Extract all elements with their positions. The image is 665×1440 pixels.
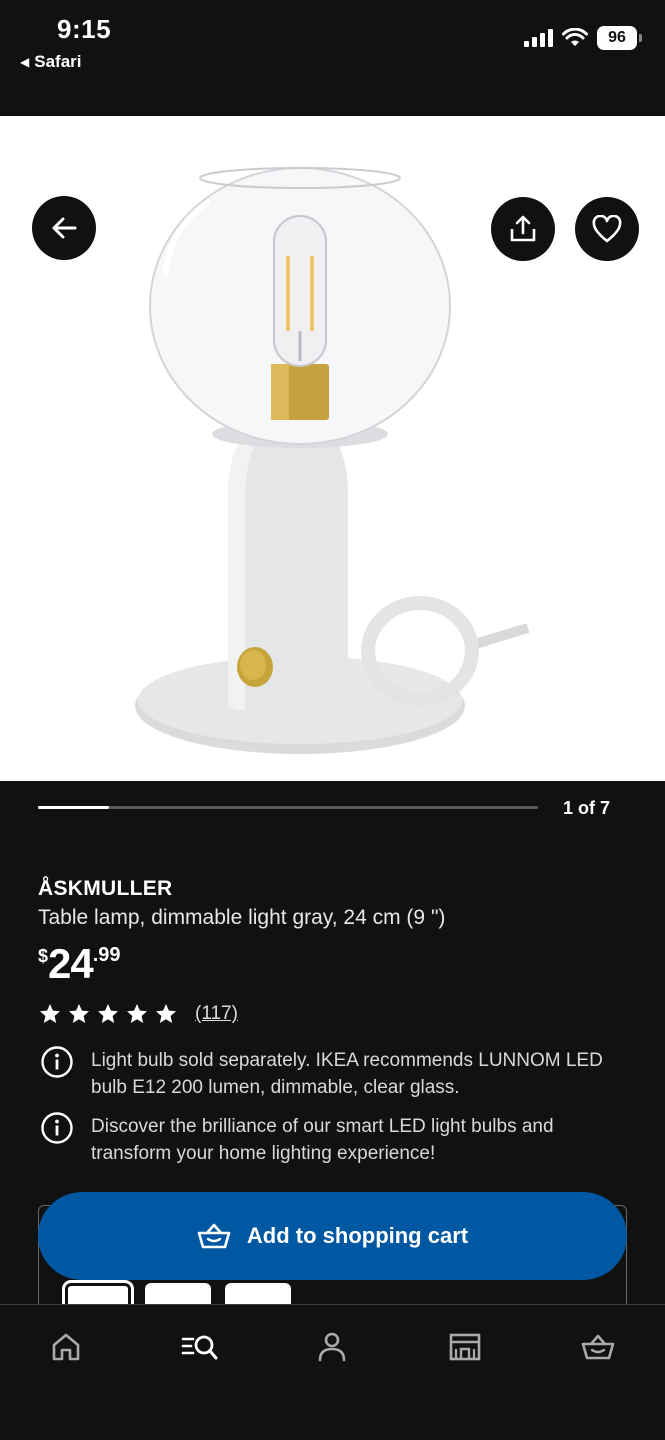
back-button[interactable] (32, 196, 96, 260)
product-rating[interactable]: (117) (38, 1002, 238, 1026)
share-icon (510, 215, 536, 242)
add-to-cart-button[interactable]: Add to shopping cart (38, 1192, 627, 1280)
signal-icon (524, 29, 553, 47)
nav-profile[interactable] (312, 1327, 352, 1367)
star-icon (156, 1004, 176, 1023)
carousel-progress (38, 806, 110, 809)
star-icon (98, 1004, 118, 1023)
price-decimal: .99 (92, 944, 121, 966)
shopping-basket-icon (581, 1334, 615, 1360)
lamp-image (135, 167, 530, 754)
product-image[interactable] (0, 116, 665, 781)
smart-bulb-notice-text: Discover the brilliance of our smart LED… (91, 1116, 554, 1164)
status-bar: 9:15 ◀ Safari 96 (0, 0, 665, 116)
carousel-track[interactable] (38, 806, 538, 809)
status-time: 9:15 (57, 14, 112, 44)
price-integer: 24 (48, 940, 94, 987)
back-triangle-icon: ◀ (20, 55, 30, 69)
info-icon (41, 1046, 73, 1078)
bulb-notice: Light bulb sold separately. IKEA recomme… (40, 1045, 620, 1101)
carousel-counter: 1 of 7 (563, 798, 611, 818)
back-to-safari[interactable]: ◀ Safari (20, 52, 81, 72)
star-icon (40, 1004, 60, 1023)
arrow-left-icon (52, 217, 77, 239)
info-icon (41, 1112, 73, 1144)
nav-home[interactable] (46, 1327, 86, 1367)
shopping-basket-icon (197, 1223, 231, 1249)
product-description: Table lamp, dimmable light gray, 24 cm (… (38, 906, 446, 929)
person-icon (318, 1332, 346, 1362)
product-price: $ 24 .99 (38, 940, 121, 988)
store-icon (449, 1333, 481, 1361)
add-to-cart-label: Add to shopping cart (246, 1223, 469, 1248)
bulb-notice-text: Light bulb sold separately. IKEA recomme… (91, 1050, 603, 1098)
nav-search[interactable] (180, 1327, 220, 1367)
bottom-navigation (0, 1304, 665, 1440)
review-count-link[interactable]: (117) (195, 1003, 238, 1025)
share-button[interactable] (491, 197, 555, 261)
home-icon (52, 1333, 80, 1361)
favorite-button[interactable] (575, 197, 639, 261)
heart-icon (592, 215, 622, 243)
price-currency: $ (38, 946, 49, 966)
product-name: ÅSKMULLER (38, 877, 173, 900)
star-icon (69, 1004, 89, 1023)
battery-icon: 96 (597, 26, 642, 50)
smart-bulb-notice: Discover the brilliance of our smart LED… (40, 1111, 620, 1167)
image-carousel-indicator: 1 of 7 (0, 781, 665, 841)
star-icon (127, 1004, 147, 1023)
wifi-icon (562, 28, 588, 46)
nav-stores[interactable] (445, 1327, 485, 1367)
search-list-icon (181, 1335, 218, 1360)
status-indicators: 96 (524, 26, 642, 50)
back-app-label: Safari (34, 52, 82, 71)
nav-cart[interactable] (578, 1327, 618, 1367)
